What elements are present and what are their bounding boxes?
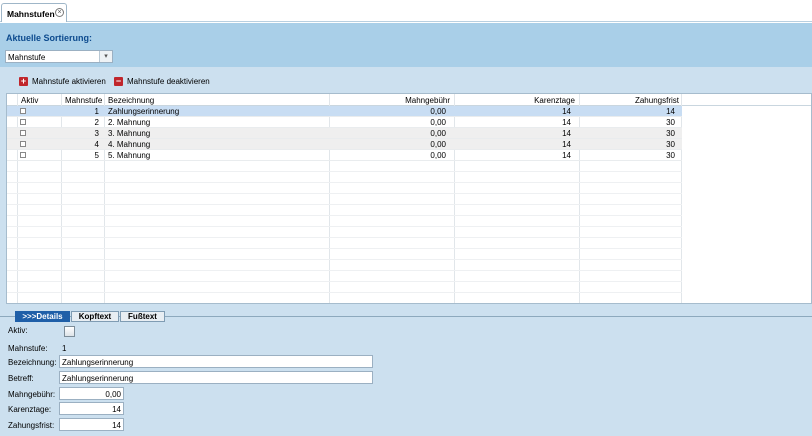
empty-row bbox=[7, 249, 682, 260]
cell-zahungsfrist: 14 bbox=[666, 107, 675, 116]
cell-bezeichnung: 3. Mahnung bbox=[108, 129, 151, 138]
cell-karenztage: 14 bbox=[562, 107, 571, 116]
cell-mahngebuehr: 0,00 bbox=[430, 129, 446, 138]
sort-select[interactable]: Mahnstufe ▾ bbox=[5, 50, 113, 63]
cell-zahungsfrist: 30 bbox=[666, 151, 675, 160]
bezeichnung-label: Bezeichnung: bbox=[8, 358, 57, 367]
cell-karenztage: 14 bbox=[562, 140, 571, 149]
cell-bezeichnung: 5. Mahnung bbox=[108, 151, 151, 160]
aktiv-checkbox[interactable] bbox=[20, 108, 26, 114]
aktiv-checkbox[interactable] bbox=[20, 119, 26, 125]
aktiv-checkbox[interactable] bbox=[64, 326, 75, 337]
deactivate-label: Mahnstufe deaktivieren bbox=[127, 77, 210, 86]
aktiv-label: Aktiv: bbox=[8, 326, 28, 335]
col-karenztage[interactable]: Karenztage bbox=[534, 96, 575, 105]
plus-icon: + bbox=[19, 76, 28, 86]
tab-title: Mahnstufen bbox=[7, 9, 55, 19]
cell-mahngebuehr: 0,00 bbox=[430, 118, 446, 127]
chevron-down-icon[interactable]: ▾ bbox=[99, 51, 112, 62]
betreff-label: Betreff: bbox=[8, 374, 34, 383]
cell-bezeichnung: 2. Mahnung bbox=[108, 118, 151, 127]
table-row[interactable]: 3 3. Mahnung 0,00 14 30 bbox=[7, 128, 682, 139]
aktiv-checkbox[interactable] bbox=[20, 152, 26, 158]
tab-bar: Mahnstufen × bbox=[0, 0, 812, 22]
tab-mahnstufen[interactable]: Mahnstufen × bbox=[1, 3, 67, 22]
activate-label: Mahnstufe aktivieren bbox=[32, 77, 106, 86]
cell-karenztage: 14 bbox=[562, 151, 571, 160]
cell-zahungsfrist: 30 bbox=[666, 118, 675, 127]
zahungsfrist-label: Zahungsfrist: bbox=[8, 421, 55, 430]
tab-fusstext[interactable]: Fußtext bbox=[120, 311, 165, 322]
cell-mahngebuehr: 0,00 bbox=[430, 107, 446, 116]
sort-title: Aktuelle Sortierung: bbox=[6, 33, 93, 43]
empty-row bbox=[7, 183, 682, 194]
aktiv-checkbox[interactable] bbox=[20, 130, 26, 136]
empty-row bbox=[7, 271, 682, 282]
table-row[interactable]: 4 4. Mahnung 0,00 14 30 bbox=[7, 139, 682, 150]
cell-mahnstufe: 3 bbox=[94, 129, 99, 138]
col-aktiv[interactable]: Aktiv bbox=[21, 96, 38, 105]
table-row[interactable]: 5 5. Mahnung 0,00 14 30 bbox=[7, 150, 682, 161]
close-icon[interactable]: × bbox=[55, 8, 64, 17]
tab-kopftext[interactable]: Kopftext bbox=[71, 311, 119, 322]
deactivate-button[interactable]: − Mahnstufe deaktivieren bbox=[114, 77, 210, 86]
col-bezeichnung[interactable]: Bezeichnung bbox=[108, 96, 154, 105]
mahnstufe-label: Mahnstufe: bbox=[8, 344, 48, 353]
cell-mahnstufe: 5 bbox=[94, 151, 99, 160]
cell-bezeichnung: Zahlungserinnerung bbox=[108, 107, 180, 116]
empty-row bbox=[7, 260, 682, 271]
mahngebuehr-label: Mahngebühr: bbox=[8, 390, 56, 399]
empty-row bbox=[7, 282, 682, 293]
cell-karenztage: 14 bbox=[562, 118, 571, 127]
empty-row bbox=[7, 172, 682, 183]
zahungsfrist-field[interactable]: 14 bbox=[59, 418, 124, 431]
cell-zahungsfrist: 30 bbox=[666, 129, 675, 138]
cell-mahngebuehr: 0,00 bbox=[430, 151, 446, 160]
empty-row bbox=[7, 227, 682, 238]
activate-button[interactable]: + Mahnstufe aktivieren bbox=[19, 77, 106, 86]
sort-panel: Aktuelle Sortierung: Mahnstufe ▾ bbox=[0, 23, 812, 67]
cell-mahnstufe: 1 bbox=[94, 107, 99, 116]
cell-karenztage: 14 bbox=[562, 129, 571, 138]
minus-icon: − bbox=[114, 76, 123, 86]
cell-mahnstufe: 2 bbox=[94, 118, 99, 127]
sort-select-value: Mahnstufe bbox=[8, 53, 46, 62]
bezeichnung-field[interactable]: Zahlungserinnerung bbox=[59, 355, 373, 368]
betreff-field[interactable]: Zahlungserinnerung bbox=[59, 371, 373, 384]
mahngebuehr-field[interactable]: 0,00 bbox=[59, 387, 124, 400]
grid-header: Aktiv Mahnstufe Bezeichnung Mahngebühr K… bbox=[7, 94, 811, 106]
empty-row bbox=[7, 205, 682, 216]
col-mahnstufe[interactable]: Mahnstufe bbox=[65, 96, 102, 105]
cell-mahngebuehr: 0,00 bbox=[430, 140, 446, 149]
karenztage-field[interactable]: 14 bbox=[59, 402, 124, 415]
cell-mahnstufe: 4 bbox=[94, 140, 99, 149]
empty-row bbox=[7, 194, 682, 205]
karenztage-label: Karenztage: bbox=[8, 405, 52, 414]
tab-details[interactable]: >>>Details bbox=[15, 311, 70, 322]
table-row[interactable]: 1 Zahlungserinnerung 0,00 14 14 bbox=[7, 106, 682, 117]
empty-row bbox=[7, 216, 682, 227]
empty-row bbox=[7, 161, 682, 172]
col-mahngebuehr[interactable]: Mahngebühr bbox=[405, 96, 450, 105]
empty-row bbox=[7, 238, 682, 249]
cell-zahungsfrist: 30 bbox=[666, 140, 675, 149]
aktiv-checkbox[interactable] bbox=[20, 141, 26, 147]
cell-bezeichnung: 4. Mahnung bbox=[108, 140, 151, 149]
table-row[interactable]: 2 2. Mahnung 0,00 14 30 bbox=[7, 117, 682, 128]
col-zahungsfrist[interactable]: Zahungsfrist bbox=[635, 96, 679, 105]
mahnstufe-value: 1 bbox=[62, 344, 67, 353]
mahnstufen-grid: Aktiv Mahnstufe Bezeichnung Mahngebühr K… bbox=[6, 93, 812, 304]
